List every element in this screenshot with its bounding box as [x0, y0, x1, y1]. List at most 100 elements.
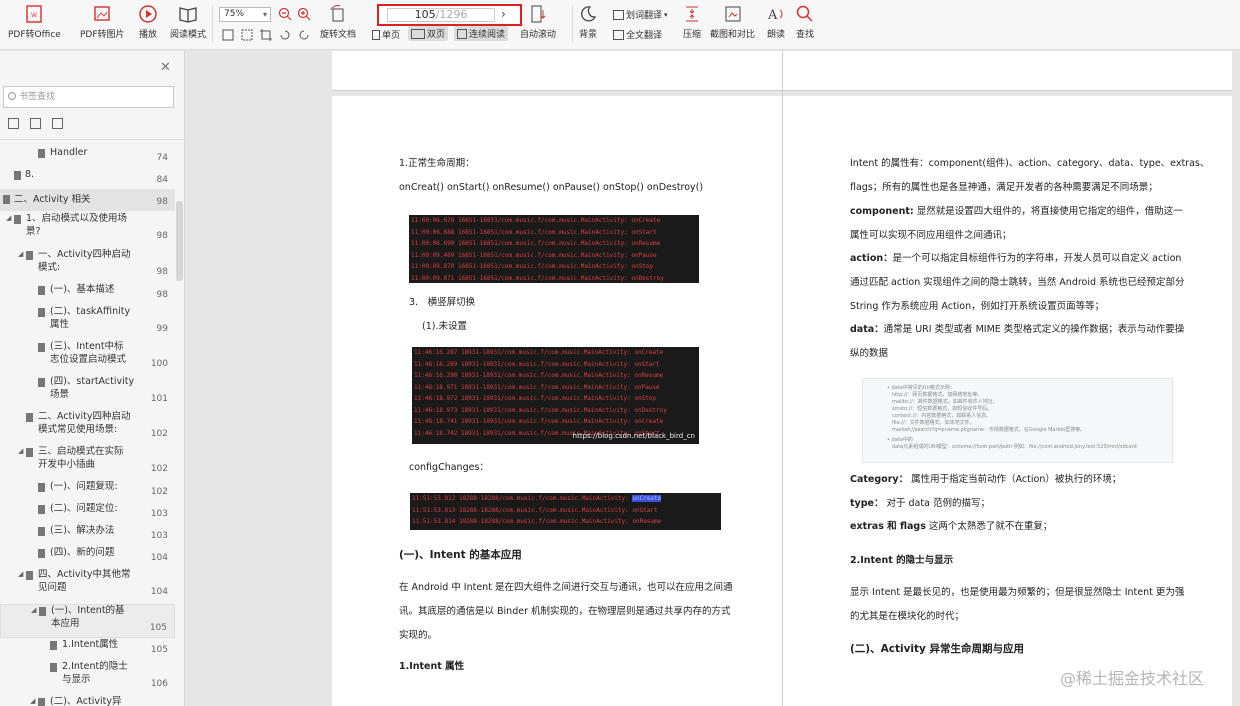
book-icon [179, 7, 197, 23]
compress-button[interactable]: 压缩 [682, 4, 702, 40]
toc-item[interactable]: ◢ 三、启动模式在实际 开发中小插曲 102 [0, 446, 175, 480]
toc-item[interactable]: (一)、问题复现: 102 [0, 481, 175, 503]
bookmark-search-input[interactable]: 书签查找 [3, 86, 174, 108]
translate-icon [613, 9, 624, 20]
toc-item[interactable]: (三)、解决办法 103 [0, 525, 175, 547]
toc-item[interactable]: (一)、基本描述 98 [0, 284, 175, 306]
collapse-icon[interactable]: ◢ [18, 250, 23, 258]
sidebar-scrollbar[interactable] [176, 201, 183, 281]
bookmark-icon [50, 641, 57, 650]
bookmark-icon [26, 251, 33, 260]
page-number-input[interactable]: 105/1296 [387, 8, 495, 22]
read-aloud-button[interactable]: A 朗读 [766, 4, 786, 40]
auto-scroll-button[interactable]: 自动滚动 [520, 4, 556, 40]
paragraph-line: 的尤其是在模块化的时代； [850, 611, 965, 622]
config-log-screenshot: 11:51:53.812 18288-18288/com.music.f/com… [410, 493, 721, 530]
action-line: action：是一个可以指定目标组件行为的字符串，开发人员可以自定义 actio… [850, 253, 1182, 264]
continuous-read-button[interactable]: 连续阅读 [454, 26, 509, 41]
single-page-button[interactable]: 单页 [372, 28, 400, 41]
word-translate-button[interactable]: 划词翻译 ▾ [613, 8, 668, 21]
config-changes-label: configChanges： [409, 462, 489, 473]
bookmark-icon [26, 413, 33, 422]
toc-item[interactable]: 二、Activity四种启动 模式常见使用场景: 102 [0, 411, 175, 445]
toc-item[interactable]: (二)、问题定位: 103 [0, 503, 175, 525]
zoom-in-icon[interactable] [297, 7, 311, 21]
toc-item[interactable]: 1.Intent属性 105 [0, 639, 175, 661]
toc-item[interactable]: (三)、Intent中标 志位设置启动模式 100 [0, 341, 175, 375]
expand-all-icon[interactable] [8, 118, 19, 129]
toc-item[interactable]: 8. 84 [0, 169, 175, 191]
toc-item[interactable]: ◢ 1、启动模式以及使用场 景? 98 [0, 213, 175, 247]
bookmark-icon [39, 607, 46, 616]
implicit-heading: 2.Intent 的隐士与显示 [850, 555, 954, 566]
bookmark-icon [38, 149, 45, 158]
section-heading: (二)、Activity 异常生命周期与应用 [850, 643, 1025, 655]
page-navigator[interactable]: 105/1296 › [377, 4, 522, 26]
full-translate-button[interactable]: 全文翻译 [613, 28, 662, 41]
pdf-to-office-button[interactable]: W PDF转Office [8, 4, 61, 40]
bookmark-icon [38, 308, 45, 317]
toc-item[interactable]: ◢ 一、Activity四种启动 模式: 98 [0, 249, 175, 283]
bookmark-icon [38, 698, 45, 706]
toc-item[interactable]: Handler 74 [0, 147, 175, 169]
type-line: type： 对于 data 范例的描写； [850, 498, 990, 509]
collapse-icon[interactable]: ◢ [18, 447, 23, 455]
paragraph-line: 实现的。 [399, 630, 438, 641]
collapse-icon[interactable]: ◢ [30, 697, 35, 705]
pdf-to-image-button[interactable]: PDF转图片 [80, 4, 125, 40]
continuous-read-icon [457, 28, 467, 39]
double-page-button[interactable]: 双页 [408, 26, 449, 41]
crop-icon[interactable] [259, 28, 273, 42]
paragraph-line: Intent 的属性有：component(组件)、action、categor… [850, 158, 1210, 169]
lifecycle-methods: onCreat() onStart() onResume() onPause()… [399, 182, 704, 193]
data-line: data：通常是 URI 类型或者 MIME 类型格式定义的操作数据；表示与动作… [850, 324, 1185, 335]
toc-item[interactable]: ◢ 四、Activity中其他常 见问题 104 [0, 569, 175, 603]
screenshot-icon [725, 6, 740, 22]
rotate-document-button[interactable]: 旋转文档 [320, 4, 356, 40]
sub-heading: 1.Intent 属性 [399, 661, 465, 672]
bookmark-icon [14, 215, 21, 224]
pdf-to-office-icon: W [26, 5, 43, 23]
play-button[interactable]: 播放 [138, 4, 158, 40]
toc-item[interactable]: (四)、startActivity 场景 101 [0, 376, 175, 410]
zoom-out-icon[interactable] [278, 7, 292, 21]
background-button[interactable]: 背景 [578, 4, 598, 40]
next-page-icon[interactable]: › [501, 7, 506, 21]
bookmark-icon[interactable] [52, 118, 63, 129]
bookmark-icon [3, 195, 10, 204]
fit-page-icon[interactable] [221, 28, 235, 42]
divider [0, 139, 185, 140]
rotate-left-icon[interactable] [278, 28, 292, 42]
auto-scroll-icon [531, 5, 546, 23]
site-watermark: @稀土掘金技术社区 [1060, 669, 1205, 688]
add-bookmark-icon[interactable] [30, 118, 41, 129]
toc-item[interactable]: (二)、taskAffinity 属性 99 [0, 306, 175, 340]
svg-text:A: A [767, 8, 778, 23]
lifecycle-title: 1.正常生命周期： [399, 158, 475, 169]
collapse-icon[interactable]: ◢ [6, 214, 11, 222]
rotate-right-icon[interactable] [297, 28, 311, 42]
rotate-log-screenshot: 11:46:16.287 18931-18931/com.music.f/com… [412, 347, 699, 444]
close-icon[interactable]: ✕ [160, 60, 171, 75]
toc-item[interactable]: ◢ (一)、Intent的基 本应用 105 [0, 604, 175, 638]
bookmark-icon [38, 505, 45, 514]
collapse-icon[interactable]: ◢ [18, 570, 23, 578]
toc-item[interactable]: ◢ (二)、Activity异 [0, 696, 175, 706]
toc-item[interactable]: 2.Intent的隐士 与显示 106 [0, 661, 175, 695]
bookmark-icon [38, 378, 45, 387]
read-aloud-icon: A [767, 8, 783, 23]
toc-item[interactable]: (四)、新的问题 104 [0, 547, 175, 569]
find-button[interactable]: 查找 [795, 4, 815, 40]
paragraph-line: 显示 Intent 是最长见的，也是使用最为频繁的；但是很显然隐士 Intent… [850, 587, 1185, 598]
select-icon[interactable] [240, 28, 254, 42]
zoom-select[interactable]: 75% [219, 7, 271, 22]
paragraph-line: 属性可以实现不同应用组件之间通讯； [850, 230, 1012, 241]
bookmark-icon [26, 448, 33, 457]
screenshot-compare-button[interactable]: 截图和对比 [710, 4, 755, 40]
read-mode-button[interactable]: 阅读模式 [170, 4, 206, 40]
bookmark-icon [50, 663, 57, 672]
bookmark-icon [38, 549, 45, 558]
toc-item[interactable]: 二、Activity 相关 98 [0, 189, 175, 211]
category-line: Category： 属性用于指定当前动作（Action）被执行的环境； [850, 474, 1122, 485]
collapse-icon[interactable]: ◢ [31, 606, 36, 614]
